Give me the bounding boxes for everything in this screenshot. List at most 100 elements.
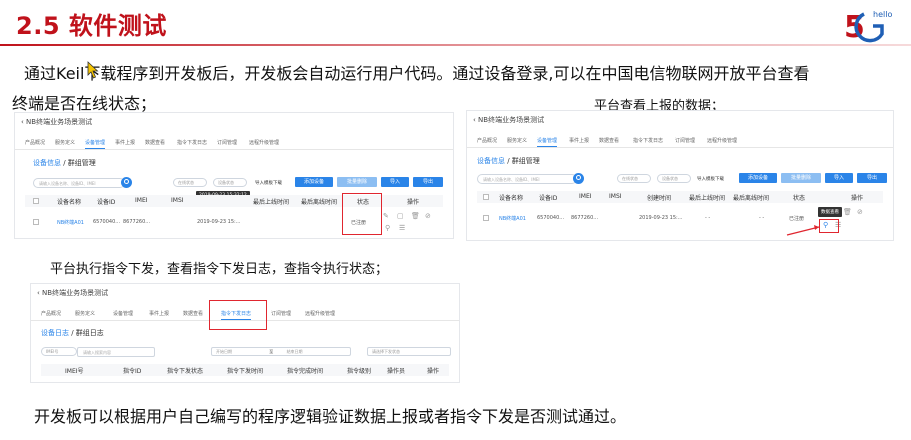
column-header: 指令级别 — [347, 368, 372, 375]
sub-breadcrumb: 设备日志 / 群组日志 — [41, 329, 104, 337]
device-management-screenshot: ‹ NB终端业务场景测试 产品概况 服务定义 设备管理 事件上报 数据查看 指令… — [14, 112, 454, 239]
tab-service-definition[interactable]: 服务定义 — [75, 310, 95, 317]
tab-subscription[interactable]: 订阅管理 — [271, 310, 291, 317]
add-device-button[interactable]: 添加设备 — [739, 173, 777, 183]
import-template-link[interactable]: 导入模板下载 — [697, 176, 724, 182]
tab-data-view[interactable]: 数据查看 — [183, 310, 203, 317]
column-header: 最后上线时间 — [689, 195, 726, 202]
tab-data-view[interactable]: 数据查看 — [145, 139, 165, 146]
row-checkbox[interactable] — [483, 215, 489, 221]
tab-subscription[interactable]: 订阅管理 — [675, 137, 695, 144]
breadcrumb[interactable]: ‹ NB终端业务场景测试 — [473, 115, 544, 125]
created-time: 2019-09-23 15:... — [197, 219, 241, 225]
device-name-link[interactable]: NB终端A01 — [499, 215, 526, 222]
delete-icon[interactable]: 🗑 — [843, 208, 852, 216]
breadcrumb[interactable]: ‹ NB终端业务场景测试 — [21, 117, 92, 127]
device-imei: 8677260... — [571, 215, 599, 221]
tab-product-overview[interactable]: 产品概况 — [41, 310, 61, 317]
tab-product-overview[interactable]: 产品概况 — [477, 137, 497, 144]
tab-event-report[interactable]: 事件上报 — [115, 139, 135, 146]
tab-device-management[interactable]: 设备管理 — [85, 139, 106, 149]
search-type-select[interactable]: IMEI号 — [41, 347, 77, 356]
tab-event-report[interactable]: 事件上报 — [149, 310, 169, 317]
device-name-link[interactable]: NB终端A01 — [57, 219, 84, 226]
data-view-tooltip: 数据查看 — [818, 207, 842, 217]
column-header: 操作员 — [387, 368, 406, 375]
online-status-select[interactable]: 在线状态 — [173, 178, 207, 187]
column-header: 状态 — [793, 195, 806, 202]
tab-remote-upgrade[interactable]: 远程升级管理 — [249, 139, 279, 146]
tab-command-log[interactable]: 指令下发日志 — [177, 139, 207, 146]
status-highlight-box — [342, 193, 382, 235]
device-status-select[interactable]: 设备状态 — [657, 174, 691, 183]
tab-bar: 产品概况 服务定义 设备管理 事件上报 数据查看 指令下发日志 订阅管理 远程升… — [15, 137, 453, 150]
tab-device-management[interactable]: 设备管理 — [537, 137, 558, 147]
device-id: 6570040... — [537, 215, 565, 221]
tab-bar: 产品概况 服务定义 设备管理 事件上报 数据查看 指令下发日志 订阅管理 远程升… — [467, 135, 893, 148]
tab-service-definition[interactable]: 服务定义 — [507, 137, 527, 144]
column-header: 最后离线时间 — [301, 199, 338, 206]
export-button[interactable]: 导出 — [413, 177, 443, 187]
command-log-screenshot: ‹ NB终端业务场景测试 产品概况 服务定义 设备管理 事件上报 数据查看 指令… — [30, 283, 460, 383]
tab-event-report[interactable]: 事件上报 — [569, 137, 589, 144]
column-header: IMEI号 — [65, 368, 84, 375]
tab-product-overview[interactable]: 产品概况 — [25, 139, 45, 146]
search-button[interactable] — [573, 173, 584, 184]
device-status-select[interactable]: 设备状态 — [213, 178, 247, 187]
data-view-highlight-box — [819, 219, 839, 233]
table-header — [477, 191, 883, 203]
delete-icon[interactable]: 🗑 — [411, 212, 420, 220]
add-device-button[interactable]: 添加设备 — [295, 177, 333, 187]
import-button[interactable]: 导入 — [381, 177, 409, 187]
import-button[interactable]: 导入 — [825, 173, 853, 183]
column-header: 最后离线时间 — [733, 195, 770, 202]
command-log-highlight-box — [209, 300, 267, 330]
online-status-select[interactable]: 在线状态 — [617, 174, 651, 183]
created-time: 2019-09-23 15:... — [639, 215, 683, 221]
tab-command-log[interactable]: 指令下发日志 — [633, 137, 663, 144]
intro-line-2: 终端是否在线状态； — [12, 94, 157, 113]
row-checkbox[interactable] — [33, 219, 39, 225]
date-range-picker[interactable]: 开始日期 至 结束日期 — [211, 347, 351, 356]
5g-hello-logo: 5 hello — [844, 10, 892, 44]
slide-title: 2.5 软件测试 — [16, 12, 167, 40]
search-input[interactable]: 请输入设备名称、设备ID、IMEI — [33, 178, 125, 188]
column-header: IMEI — [579, 193, 592, 200]
batch-delete-button[interactable]: 批量删除 — [781, 173, 821, 183]
column-header: IMSI — [609, 193, 622, 200]
column-header: 指令下发状态 — [167, 368, 204, 375]
more-icon[interactable]: ⊘ — [857, 208, 863, 216]
intro-line-1: 通过Keil下载程序到开发板后，开发板会自动运行用户代码。通过设备登录,可以在中… — [24, 64, 810, 83]
conclusion-text: 开发板可以根据用户自己编写的程序逻辑验证数据上报或者指令下发是否测试通过。 — [34, 407, 627, 426]
tab-remote-upgrade[interactable]: 远程升级管理 — [305, 310, 335, 317]
device-imei: 8677260... — [123, 219, 151, 225]
tab-subscription[interactable]: 订阅管理 — [217, 139, 237, 146]
column-header: 指令下发时间 — [227, 368, 264, 375]
select-all-checkbox[interactable] — [483, 194, 489, 200]
tab-remote-upgrade[interactable]: 远程升级管理 — [707, 137, 737, 144]
tab-service-definition[interactable]: 服务定义 — [55, 139, 75, 146]
select-all-checkbox[interactable] — [33, 198, 39, 204]
breadcrumb[interactable]: ‹ NB终端业务场景测试 — [37, 288, 108, 298]
export-button[interactable]: 导出 — [857, 173, 887, 183]
command-icon[interactable]: ⚲ — [385, 224, 390, 232]
batch-delete-button[interactable]: 批量删除 — [337, 177, 377, 187]
title-divider — [0, 44, 911, 46]
import-template-link[interactable]: 导入模板下载 — [255, 180, 282, 186]
caption-command-log: 平台执行指令下发，查看指令下发日志，查指令执行状态； — [50, 262, 389, 277]
edit-icon[interactable]: ✎ — [383, 212, 389, 220]
list-icon[interactable]: ☰ — [399, 224, 405, 232]
tab-device-management[interactable]: 设备管理 — [113, 310, 133, 317]
last-offline-time: - - — [759, 215, 765, 221]
date-end: 结束日期 — [286, 349, 303, 354]
search-input[interactable]: 请输入设备名称、设备ID、IMEI — [477, 174, 577, 184]
view-icon[interactable]: ▢ — [397, 212, 404, 220]
last-online-time: - - — [705, 215, 711, 221]
search-button[interactable] — [121, 177, 132, 188]
more-icon[interactable]: ⊘ — [425, 212, 431, 220]
date-start: 开始日期 — [216, 349, 232, 354]
search-input[interactable]: 请输入搜索内容 — [77, 347, 155, 357]
send-status-select[interactable]: 请选择下发状态 — [367, 347, 451, 356]
tab-data-view[interactable]: 数据查看 — [599, 137, 619, 144]
data-view-screenshot: ‹ NB终端业务场景测试 产品概况 服务定义 设备管理 事件上报 数据查看 指令… — [466, 110, 894, 241]
